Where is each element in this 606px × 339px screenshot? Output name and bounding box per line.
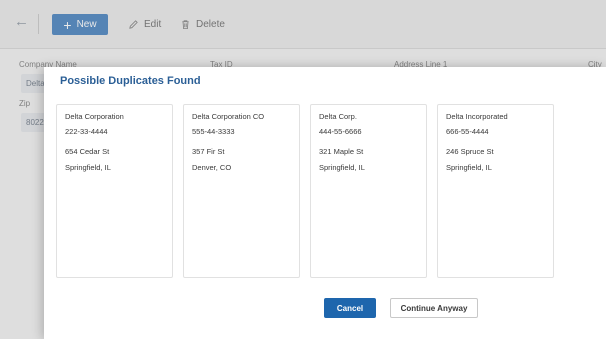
duplicate-card[interactable]: Delta Incorporated 666-55-4444 246 Spruc… [437, 104, 554, 278]
card-address: 357 Fir St [192, 147, 225, 156]
card-company-name: Delta Corporation CO [192, 112, 265, 121]
cancel-button[interactable]: Cancel [324, 298, 376, 318]
card-address: 654 Cedar St [65, 147, 110, 156]
duplicate-card[interactable]: Delta Corp. 444-55-6666 321 Maple St Spr… [310, 104, 427, 278]
card-company-name: Delta Corp. [319, 112, 357, 121]
card-address: 246 Spruce St [446, 147, 494, 156]
card-tax-id: 222-33-4444 [65, 127, 108, 136]
card-city: Springfield, IL [446, 163, 492, 172]
card-tax-id: 666-55-4444 [446, 127, 489, 136]
card-company-name: Delta Corporation [65, 112, 124, 121]
app-window: ← + New Edit Delete Company Name Tax ID … [0, 0, 606, 339]
card-city: Denver, CO [192, 163, 232, 172]
duplicates-dialog: Possible Duplicates Found Delta Corporat… [44, 67, 606, 339]
card-address: 321 Maple St [319, 147, 364, 156]
card-tax-id: 555-44-3333 [192, 127, 235, 136]
card-company-name: Delta Incorporated [446, 112, 508, 121]
card-city: Springfield, IL [319, 163, 365, 172]
card-tax-id: 444-55-6666 [319, 127, 362, 136]
continue-anyway-button[interactable]: Continue Anyway [390, 298, 478, 318]
duplicate-card[interactable]: Delta Corporation 222-33-4444 654 Cedar … [56, 104, 173, 278]
duplicate-card[interactable]: Delta Corporation CO 555-44-3333 357 Fir… [183, 104, 300, 278]
card-city: Springfield, IL [65, 163, 111, 172]
dialog-title: Possible Duplicates Found [60, 75, 201, 87]
